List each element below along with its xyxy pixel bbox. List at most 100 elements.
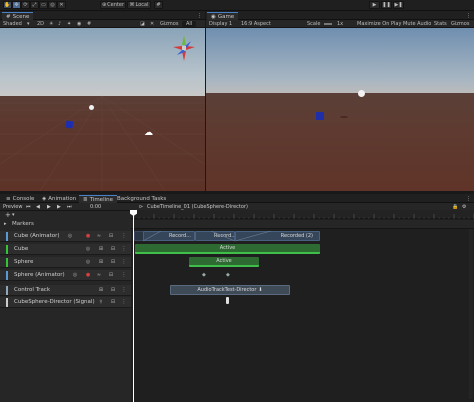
scene-tab[interactable]: # Scene [2,12,34,20]
track-menu-icon[interactable]: ⋮ [121,259,127,265]
maximize-on-play-toggle[interactable]: Maximize On Play [357,21,401,27]
step-button[interactable]: ▶❚ [393,1,404,9]
background-tasks-label: Background Tasks [117,196,167,202]
playhead[interactable] [133,210,134,402]
track-row-signal[interactable]: CubeSphere-Director (Signal) ⫯ ⊟ ⋮ [0,297,131,308]
timeline-time-field[interactable]: 0:00 [90,204,101,210]
markers-chevron-icon[interactable]: ▸ [4,221,7,227]
stats-toggle[interactable]: Stats [434,21,447,27]
pivot-local-button[interactable]: ⌘ Local [127,1,151,9]
game-gizmos-toggle[interactable]: Gizmos [451,21,469,27]
pivot-center-button[interactable]: ⊕ Center [100,1,126,9]
prev-frame-icon[interactable]: ◀ [36,204,40,210]
track-menu-icon[interactable]: ⋮ [121,246,127,252]
game-menu-icon[interactable]: ⋮ [466,13,471,19]
curves-icon[interactable]: ≈ [96,272,102,278]
rect-tool-button[interactable]: ▭ [39,1,48,9]
clip-label: Active [219,245,236,251]
activation-clip-sphere[interactable]: Active [189,257,259,267]
time-ruler[interactable] [131,210,474,219]
grid-toggle-icon[interactable]: # [87,21,91,27]
scale-slider[interactable] [324,23,332,25]
track-row-sphere-animator[interactable]: Sphere (Animator) ◎ ● ≈ ⊟ ⋮ [0,270,131,281]
control-clip[interactable]: AudioTrackTest-Director ⬇ [170,285,290,295]
track-lock-icon[interactable]: ⊞ [98,259,104,265]
object-picker-icon[interactable]: ◎ [85,259,91,265]
track-row-sphere[interactable]: Sphere ◎ ⊞ ⊟ ⋮ [0,257,131,268]
cube-object[interactable] [65,120,74,129]
background-tasks-tab[interactable]: Background Tasks [113,195,170,203]
display-dropdown[interactable]: Display 1 [209,21,232,27]
lower-menu-icon[interactable]: ⋮ [466,196,471,202]
mute-icon[interactable]: ⊟ [110,246,116,252]
hidden-objects-icon[interactable]: ◉ [77,21,81,27]
track-menu-icon[interactable]: ⋮ [121,287,127,293]
game-viewport[interactable] [206,28,474,191]
object-picker-icon[interactable]: ◎ [72,272,78,278]
sphere-object[interactable] [89,105,94,110]
shading-dropdown[interactable]: Shaded [3,21,22,27]
rotate-tool-button[interactable]: ⟳ [21,1,30,9]
pause-button[interactable]: ❚❚ [381,1,392,9]
tools-icon[interactable]: ✕ [150,21,154,27]
mute-icon[interactable]: ⊟ [110,287,116,293]
goto-start-icon[interactable]: ⏮ [26,204,31,210]
light-icon[interactable]: ☁ [144,128,153,138]
audio-icon[interactable]: ♪ [58,21,61,27]
grid-snap-button[interactable]: # [154,1,163,9]
preview-toggle[interactable]: Preview [3,204,22,210]
scene-viewport[interactable]: ☁ [0,28,205,191]
game-tab[interactable]: ◉ Game [207,12,239,20]
aspect-dropdown[interactable]: 16:9 Aspect [241,21,271,27]
animation-tab[interactable]: ◈ Animation [38,195,80,203]
signal-marker[interactable] [226,297,229,304]
curves-icon[interactable]: ≈ [96,233,102,239]
play-timeline-icon[interactable]: ▶ [47,204,51,210]
game-sky [206,28,474,94]
keyframe-marker[interactable]: ◆ [226,272,230,278]
track-row-cube-animator[interactable]: Cube (Animator) ◎ ● ≈ ⊟ ⋮ [0,231,131,242]
track-menu-icon[interactable]: ⋮ [121,233,127,239]
activation-clip-cube[interactable]: Active [135,244,320,254]
gizmos-dropdown[interactable]: Gizmos [160,21,178,27]
mute-icon[interactable]: ⊟ [110,259,116,265]
orientation-gizmo[interactable] [169,33,199,63]
markers-area [131,220,474,229]
track-menu-icon[interactable]: ⋮ [121,272,127,278]
object-picker-icon[interactable]: ◎ [67,233,73,239]
track-row-cube[interactable]: Cube ◎ ⊞ ⊟ ⋮ [0,244,131,255]
track-menu-icon[interactable]: ⋮ [121,299,127,305]
lighting-icon[interactable]: ☀ [49,21,53,27]
game-tab-bar: ◉ Game ⋮ [206,11,474,20]
add-track-button[interactable]: + [5,211,11,219]
pin-icon[interactable]: ⫯ [98,299,104,305]
effects-icon[interactable]: ✦ [67,21,71,27]
shading-chevron-icon: ▾ [27,21,30,27]
camera-icon[interactable]: ◪ [140,21,145,27]
record-button[interactable]: ● [85,272,91,278]
play-button[interactable]: ▶ [369,1,380,9]
console-tab[interactable]: ≡ Console [2,195,38,203]
keyframe-marker[interactable]: ◆ [202,272,206,278]
scale-tool-button[interactable]: ⤢ [30,1,39,9]
track-lock-icon[interactable]: ⊞ [98,287,104,293]
record-button[interactable]: ● [85,233,91,239]
move-tool-button[interactable]: ✥ [12,1,21,9]
track-row-control[interactable]: Control Track ⊞ ⊟ ⋮ [0,285,131,296]
mode-2d-toggle[interactable]: 2D [37,21,44,27]
next-frame-icon[interactable]: ▶ [57,204,61,210]
custom-tool-button[interactable]: ✕ [57,1,66,9]
transform-tool-button[interactable]: ◎ [48,1,57,9]
timeline-scrollbar[interactable] [469,229,473,399]
mute-icon[interactable]: ⊟ [110,299,116,305]
hand-tool-button[interactable]: ✋ [3,1,12,9]
track-lock-icon[interactable]: ⊞ [98,246,104,252]
object-picker-icon[interactable]: ◎ [85,246,91,252]
scene-menu-icon[interactable]: ⋮ [197,13,202,19]
scene-search-field[interactable]: All [182,21,197,27]
goto-end-icon[interactable]: ⏭ [67,204,72,210]
timeline-tab[interactable]: ≣ Timeline [79,195,117,203]
track-lock-icon[interactable]: ⊟ [108,272,114,278]
track-lock-icon[interactable]: ⊟ [108,233,114,239]
mute-audio-toggle[interactable]: Mute Audio [403,21,431,27]
